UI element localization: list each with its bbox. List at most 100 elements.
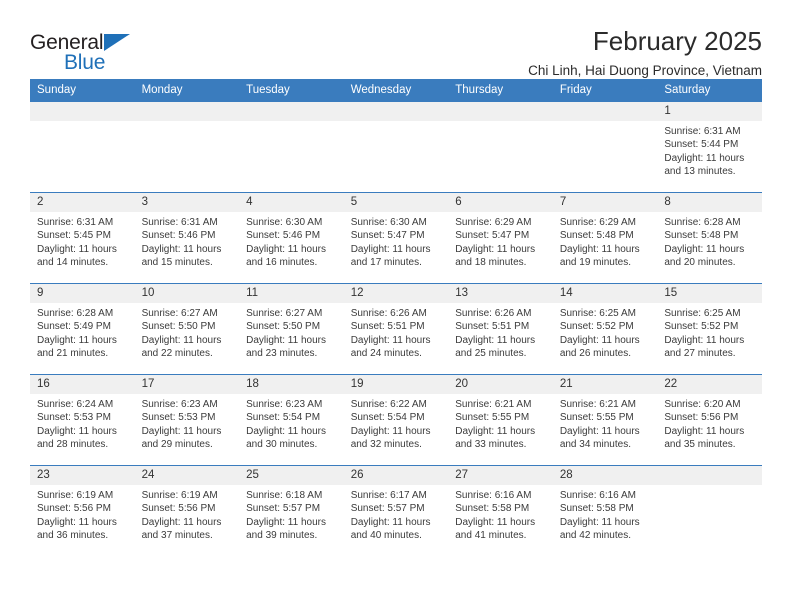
sunrise-text: Sunrise: 6:25 AM (559, 308, 636, 319)
day-number: 12 (343, 284, 449, 303)
page-header: General Blue February 2025 Chi Linh, Hai… (30, 0, 762, 78)
daylight-text: Daylight: 11 hours and 24 minutes. (350, 334, 431, 360)
calendar-day-cell[interactable]: 13 Sunrise: 6:26 AM Sunset: 5:51 PM Dayligh… (448, 283, 553, 375)
calendar-day-cell[interactable]: 11 Sunrise: 6:27 AM Sunset: 5:50 PM Dayligh… (239, 283, 344, 375)
daylight-text: Daylight: 11 hours and 42 minutes. (559, 516, 640, 542)
calendar-empty-cell (657, 465, 762, 556)
calendar-day-cell[interactable]: 20 Sunrise: 6:21 AM Sunset: 5:55 PM Dayligh… (448, 374, 553, 466)
daylight-text: Daylight: 11 hours and 16 minutes. (246, 243, 326, 269)
daylight-text: Daylight: 11 hours and 23 minutes. (246, 334, 326, 360)
day-number: 9 (30, 284, 135, 303)
day-sun-info: Sunrise: 6:23 AM Sunset: 5:53 PM Daylight:… (135, 394, 240, 452)
daylight-text: Daylight: 11 hours and 18 minutes. (455, 243, 536, 269)
calendar-day-cell[interactable]: 12 Sunrise: 6:26 AM Sunset: 5:51 PM Dayligh… (343, 283, 449, 375)
day-number: 8 (657, 193, 762, 212)
calendar-week-row: 1 Sunrise: 6:31 AM Sunset: 5:44 PM Daylight… (30, 101, 762, 193)
daylight-text: Daylight: 11 hours and 29 minutes. (141, 425, 222, 451)
day-number: 28 (552, 466, 658, 485)
sunrise-text: Sunrise: 6:29 AM (455, 217, 532, 228)
calendar-day-cell[interactable]: 28 Sunrise: 6:16 AM Sunset: 5:58 PM Dayligh… (552, 465, 658, 556)
page-subtitle: Chi Linh, Hai Duong Province, Vietnam (528, 63, 762, 79)
calendar-day-cell[interactable]: 27 Sunrise: 6:16 AM Sunset: 5:58 PM Dayligh… (448, 465, 553, 556)
daylight-text: Daylight: 11 hours and 17 minutes. (350, 243, 431, 269)
weekday-header-row: Sunday Monday Tuesday Wednesday Thursday… (30, 79, 762, 102)
calendar-day-cell[interactable]: 24 Sunrise: 6:19 AM Sunset: 5:56 PM Dayligh… (134, 465, 240, 556)
calendar-day-cell[interactable]: 14 Sunrise: 6:25 AM Sunset: 5:52 PM Dayligh… (552, 283, 658, 375)
daylight-text: Daylight: 11 hours and 36 minutes. (37, 516, 117, 542)
daylight-text: Daylight: 11 hours and 13 minutes. (664, 152, 745, 178)
sunset-text: Sunset: 5:58 PM (559, 503, 634, 515)
sunrise-text: Sunrise: 6:31 AM (664, 126, 741, 137)
calendar-day-cell[interactable]: 22 Sunrise: 6:20 AM Sunset: 5:56 PM Dayligh… (657, 374, 762, 466)
calendar-day-cell[interactable]: 16 Sunrise: 6:24 AM Sunset: 5:53 PM Dayligh… (30, 374, 135, 466)
calendar-day-cell[interactable]: 26 Sunrise: 6:17 AM Sunset: 5:57 PM Dayligh… (343, 465, 449, 556)
sunset-text: Sunset: 5:52 PM (664, 321, 739, 333)
calendar-day-cell[interactable]: 21 Sunrise: 6:21 AM Sunset: 5:55 PM Dayligh… (552, 374, 658, 466)
calendar-day-cell[interactable]: 1 Sunrise: 6:31 AM Sunset: 5:44 PM Daylight… (657, 101, 762, 193)
day-number: 7 (552, 193, 658, 212)
calendar-day-cell[interactable]: 9 Sunrise: 6:28 AM Sunset: 5:49 PM Daylight… (30, 283, 135, 375)
daylight-text: Daylight: 11 hours and 34 minutes. (559, 425, 640, 451)
sunset-text: Sunset: 5:55 PM (455, 412, 530, 424)
calendar-day-cell[interactable]: 15 Sunrise: 6:25 AM Sunset: 5:52 PM Dayligh… (657, 283, 762, 375)
sunrise-text: Sunrise: 6:25 AM (664, 308, 741, 319)
sunset-text: Sunset: 5:48 PM (559, 230, 634, 242)
daylight-text: Daylight: 11 hours and 37 minutes. (141, 516, 222, 542)
day-number: 6 (448, 193, 553, 212)
day-sun-info: Sunrise: 6:26 AM Sunset: 5:51 PM Daylight:… (448, 303, 553, 361)
calendar-day-cell[interactable]: 4 Sunrise: 6:30 AM Sunset: 5:46 PM Daylight… (239, 192, 344, 284)
sunset-text: Sunset: 5:53 PM (141, 412, 216, 424)
calendar-day-cell[interactable]: 8 Sunrise: 6:28 AM Sunset: 5:48 PM Daylight… (657, 192, 762, 284)
calendar-week-row: 23 Sunrise: 6:19 AM Sunset: 5:56 PM Dayligh… (30, 465, 762, 556)
calendar-week-row: 9 Sunrise: 6:28 AM Sunset: 5:49 PM Daylight… (30, 283, 762, 375)
day-sun-info: Sunrise: 6:31 AM Sunset: 5:46 PM Daylight:… (135, 212, 240, 270)
calendar-day-cell[interactable]: 17 Sunrise: 6:23 AM Sunset: 5:53 PM Dayligh… (134, 374, 240, 466)
calendar-table: Sunday Monday Tuesday Wednesday Thursday… (30, 79, 762, 556)
sunrise-text: Sunrise: 6:19 AM (37, 490, 114, 501)
daylight-text: Daylight: 11 hours and 39 minutes. (246, 516, 326, 542)
general-blue-logo[interactable]: General Blue (30, 28, 150, 76)
sunset-text: Sunset: 5:54 PM (350, 412, 425, 424)
triangle-icon (104, 34, 130, 51)
sunset-text: Sunset: 5:57 PM (246, 503, 321, 515)
day-number (134, 102, 240, 121)
sunrise-text: Sunrise: 6:17 AM (350, 490, 427, 501)
sunrise-text: Sunrise: 6:22 AM (350, 399, 427, 410)
day-number (552, 102, 658, 121)
calendar-day-cell[interactable]: 5 Sunrise: 6:30 AM Sunset: 5:47 PM Daylight… (343, 192, 449, 284)
sunset-text: Sunset: 5:55 PM (559, 412, 634, 424)
sunrise-text: Sunrise: 6:31 AM (37, 217, 114, 228)
calendar-body: 1 Sunrise: 6:31 AM Sunset: 5:44 PM Daylight… (30, 101, 762, 556)
day-number: 20 (448, 375, 553, 394)
sunset-text: Sunset: 5:56 PM (37, 503, 111, 515)
calendar-day-cell[interactable]: 10 Sunrise: 6:27 AM Sunset: 5:50 PM Dayligh… (134, 283, 240, 375)
sunrise-text: Sunrise: 6:20 AM (664, 399, 741, 410)
sunrise-text: Sunrise: 6:26 AM (455, 308, 532, 319)
calendar-day-cell[interactable]: 19 Sunrise: 6:22 AM Sunset: 5:54 PM Dayligh… (343, 374, 449, 466)
day-number: 23 (30, 466, 135, 485)
calendar-day-cell[interactable]: 2 Sunrise: 6:31 AM Sunset: 5:45 PM Daylight… (30, 192, 135, 284)
calendar-day-cell[interactable]: 6 Sunrise: 6:29 AM Sunset: 5:47 PM Daylight… (448, 192, 553, 284)
sunset-text: Sunset: 5:44 PM (664, 139, 739, 151)
calendar-day-cell[interactable]: 23 Sunrise: 6:19 AM Sunset: 5:56 PM Dayligh… (30, 465, 135, 556)
sunrise-text: Sunrise: 6:31 AM (141, 217, 218, 228)
day-sun-info: Sunrise: 6:20 AM Sunset: 5:56 PM Daylight:… (657, 394, 762, 452)
weekday-header-sunday: Sunday (30, 79, 135, 102)
calendar-day-cell[interactable]: 25 Sunrise: 6:18 AM Sunset: 5:57 PM Dayligh… (239, 465, 344, 556)
calendar-day-cell[interactable]: 7 Sunrise: 6:29 AM Sunset: 5:48 PM Daylight… (552, 192, 658, 284)
day-number: 21 (552, 375, 658, 394)
day-sun-info: Sunrise: 6:19 AM Sunset: 5:56 PM Daylight:… (30, 485, 135, 543)
calendar-day-cell[interactable]: 18 Sunrise: 6:23 AM Sunset: 5:54 PM Dayligh… (239, 374, 344, 466)
day-sun-info: Sunrise: 6:28 AM Sunset: 5:48 PM Daylight:… (657, 212, 762, 270)
sunset-text: Sunset: 5:51 PM (455, 321, 530, 333)
calendar-page: General Blue February 2025 Chi Linh, Hai… (0, 0, 792, 612)
day-sun-info: Sunrise: 6:30 AM Sunset: 5:46 PM Daylight:… (239, 212, 344, 270)
day-sun-info: Sunrise: 6:21 AM Sunset: 5:55 PM Daylight:… (448, 394, 553, 452)
sunset-text: Sunset: 5:47 PM (350, 230, 425, 242)
day-number: 18 (239, 375, 344, 394)
day-sun-info: Sunrise: 6:24 AM Sunset: 5:53 PM Daylight:… (30, 394, 135, 452)
day-number (239, 102, 344, 121)
sunset-text: Sunset: 5:53 PM (37, 412, 111, 424)
calendar-day-cell[interactable]: 3 Sunrise: 6:31 AM Sunset: 5:46 PM Daylight… (134, 192, 240, 284)
weekday-header-wednesday: Wednesday (343, 79, 449, 102)
